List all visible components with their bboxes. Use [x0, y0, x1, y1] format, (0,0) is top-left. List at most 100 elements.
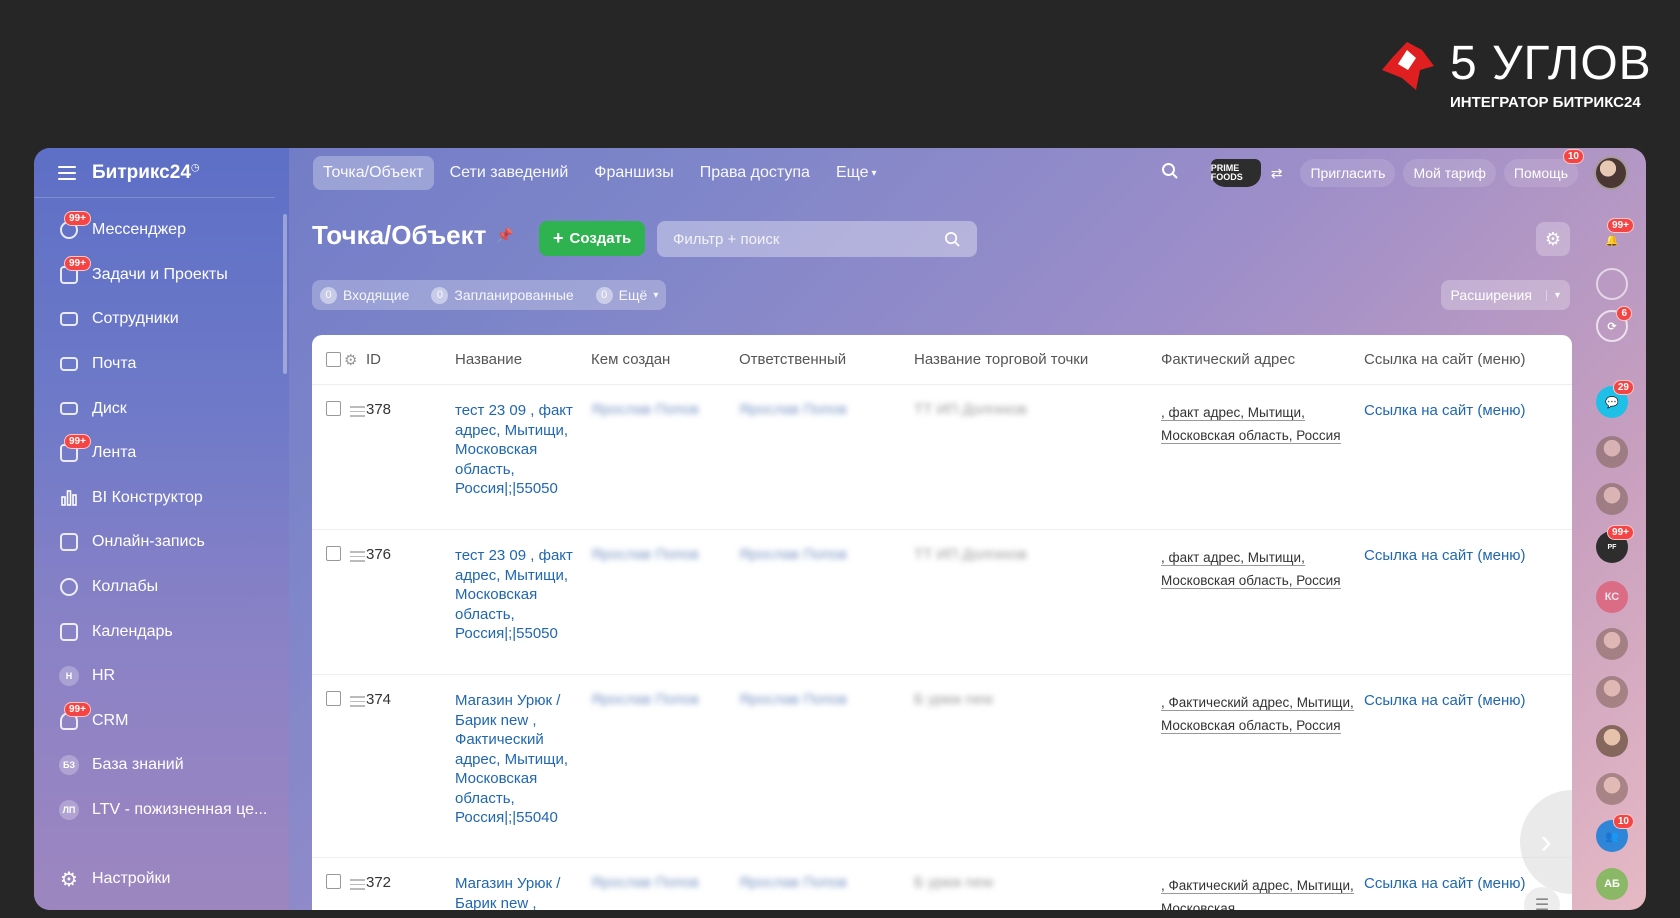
sidebar-item-bi[interactable]: BI Конструктор: [34, 476, 289, 521]
counter-more[interactable]: 0 Ещё ▾: [595, 286, 658, 304]
counter-incoming[interactable]: 0 Входящие: [320, 286, 409, 304]
tab-points[interactable]: Точка/Объект: [313, 156, 434, 190]
sliders-icon[interactable]: ⇄: [1271, 165, 1283, 182]
avatar-initials[interactable]: КС: [1596, 581, 1628, 613]
avatar[interactable]: [1596, 725, 1628, 757]
column-shop-name[interactable]: Название торговой точки: [910, 351, 1157, 368]
counter-planned[interactable]: 0 Запланированные: [431, 286, 574, 304]
avatar[interactable]: [1596, 436, 1628, 468]
cell-address[interactable]: , факт адрес, Мытищи, Московская область…: [1157, 546, 1360, 674]
sidebar-item-calendar[interactable]: Календарь: [34, 609, 289, 654]
cell-shop-name: ТТ ИП Долгихов: [914, 401, 1027, 418]
prime-foods-avatar[interactable]: PF 99+: [1596, 525, 1634, 563]
search-input[interactable]: Фильтр + поиск: [657, 221, 977, 257]
table-row[interactable]: 374 Магазин Урюк / Барик new , Фактическ…: [312, 675, 1572, 858]
sidebar-item-label: Коллабы: [92, 578, 159, 596]
avatar[interactable]: [1596, 676, 1628, 708]
cell-created-by[interactable]: Ярослав Попов: [587, 401, 735, 529]
cell-name-link[interactable]: тест 23 09 , факт адрес, Мытищи, Московс…: [451, 546, 587, 674]
cell-responsible[interactable]: Ярослав Попов: [735, 874, 910, 910]
sidebar-item-tasks[interactable]: 99+ Задачи и Проекты: [34, 253, 289, 298]
badge: 99+: [64, 255, 91, 271]
cell-created-by[interactable]: Ярослав Попов: [587, 691, 735, 857]
cell-id: 374: [366, 691, 392, 708]
chat-icon[interactable]: 💬 29: [1596, 380, 1634, 418]
sidebar-item-mail[interactable]: Почта: [34, 342, 289, 387]
cell-name-link[interactable]: Магазин Урюк / Барик new ,: [451, 874, 587, 910]
avatar[interactable]: [1596, 628, 1628, 660]
tab-access-rights[interactable]: Права доступа: [690, 156, 820, 190]
sidebar-item-ltv[interactable]: ЛП LTV - пожизненная це...: [34, 788, 289, 833]
row-checkbox[interactable]: [326, 546, 341, 561]
column-responsible[interactable]: Ответственный: [735, 351, 910, 368]
sidebar-item-messenger[interactable]: 99+ Мессенджер: [34, 208, 289, 253]
sidebar-item-disk[interactable]: Диск: [34, 386, 289, 431]
tab-networks[interactable]: Сети заведений: [440, 156, 579, 190]
prime-foods-logo[interactable]: PRIME FOODS: [1210, 159, 1261, 187]
cell-address[interactable]: , Фактический адрес, Мытищи, Московская …: [1157, 691, 1360, 857]
table-row[interactable]: 376 тест 23 09 , факт адрес, Мытищи, Мос…: [312, 530, 1572, 675]
tab-more[interactable]: Еще ▾: [826, 156, 887, 190]
group-icon[interactable]: 👥 10: [1596, 814, 1634, 852]
column-id[interactable]: ID: [362, 351, 451, 368]
extensions-button[interactable]: Расширения ▾: [1440, 280, 1570, 310]
sidebar-item-collabs[interactable]: Коллабы: [34, 565, 289, 610]
sync-icon[interactable]: ⟳ 6: [1596, 306, 1632, 342]
badge: 10: [1612, 814, 1634, 829]
invite-button[interactable]: Пригласить: [1300, 159, 1396, 187]
column-address[interactable]: Фактический адрес: [1157, 351, 1360, 368]
cell-responsible[interactable]: Ярослав Попов: [735, 546, 910, 674]
address-text: , факт адрес, Мытищи, Московская область…: [1161, 550, 1341, 589]
column-name[interactable]: Название: [451, 351, 587, 368]
sidebar: Битрикс24◷ 99+ Мессенджер 99+ Задачи и Про…: [34, 148, 289, 910]
row-checkbox[interactable]: [326, 691, 341, 706]
column-created-by[interactable]: Кем создан: [587, 351, 735, 368]
sidebar-item-feed[interactable]: 99+ Лента: [34, 431, 289, 476]
bell-icon[interactable]: 🔔 99+: [1596, 218, 1634, 256]
cell-created-by[interactable]: Ярослав Попов: [587, 874, 735, 910]
avatar[interactable]: [1596, 773, 1628, 805]
count: 0: [320, 286, 337, 304]
sidebar-item-crm[interactable]: 99+ CRM: [34, 699, 289, 744]
brand-title: 5 УГЛОВ: [1450, 37, 1652, 90]
menu-icon[interactable]: [58, 165, 76, 180]
cell-address[interactable]: , Фактический адрес, Мытищи, Московская: [1157, 874, 1360, 910]
avatar[interactable]: [1596, 483, 1628, 515]
help-button[interactable]: Помощь 10: [1503, 149, 1584, 187]
copilot-icon[interactable]: [1596, 268, 1628, 300]
avatar-initials[interactable]: АБ: [1596, 868, 1628, 900]
select-all-checkbox[interactable]: [326, 352, 341, 367]
pin-icon[interactable]: 📌: [496, 227, 513, 244]
cell-created-by[interactable]: Ярослав Попов: [587, 546, 735, 674]
sidebar-item-hr[interactable]: Н HR: [34, 654, 289, 699]
cell-name-link[interactable]: тест 23 09 , факт адрес, Мытищи, Московс…: [451, 401, 587, 529]
logo-icon: [1382, 42, 1434, 90]
sidebar-settings[interactable]: ⚙ Настройки: [58, 868, 170, 891]
app-title[interactable]: Битрикс24◷: [92, 162, 200, 184]
cell-site-link[interactable]: Ссылка на сайт (меню): [1360, 401, 1572, 529]
cell-responsible[interactable]: Ярослав Попов: [735, 401, 910, 529]
bi-chart-icon: [58, 487, 80, 509]
table-row[interactable]: 372 Магазин Урюк / Барик new , Ярослав П…: [312, 858, 1572, 910]
cell-address[interactable]: , факт адрес, Мытищи, Московская область…: [1157, 401, 1360, 529]
cell-shop-name: ТТ ИП Долгихов: [914, 546, 1027, 563]
avatar[interactable]: [1594, 156, 1628, 190]
tab-franchises[interactable]: Франшизы: [584, 156, 683, 190]
top-right-controls: PRIME FOODS ⇄ Пригласить Мой тариф Помощ…: [1161, 148, 1646, 198]
sidebar-item-employees[interactable]: Сотрудники: [34, 297, 289, 342]
cell-name-link[interactable]: Магазин Урюк / Барик new , Фактический а…: [451, 691, 587, 857]
search-icon[interactable]: [1161, 162, 1179, 185]
table-row[interactable]: 378 тест 23 09 , факт адрес, Мытищи, Мос…: [312, 385, 1572, 530]
sidebar-item-booking[interactable]: Онлайн-запись: [34, 520, 289, 565]
tariff-button[interactable]: Мой тариф: [1403, 159, 1496, 187]
cell-responsible[interactable]: Ярослав Попов: [735, 691, 910, 857]
row-checkbox[interactable]: [326, 874, 341, 889]
cell-site-link[interactable]: Ссылка на сайт (меню): [1360, 546, 1572, 674]
gear-icon[interactable]: ⚙: [340, 351, 362, 369]
create-button[interactable]: + Создать: [539, 221, 646, 256]
column-site-link[interactable]: Ссылка на сайт (меню): [1360, 351, 1572, 368]
row-checkbox[interactable]: [326, 401, 341, 416]
list-settings-button[interactable]: ⚙: [1536, 222, 1570, 256]
sidebar-item-knowledge[interactable]: БЗ База знаний: [34, 743, 289, 788]
cell-id: 378: [366, 401, 392, 418]
